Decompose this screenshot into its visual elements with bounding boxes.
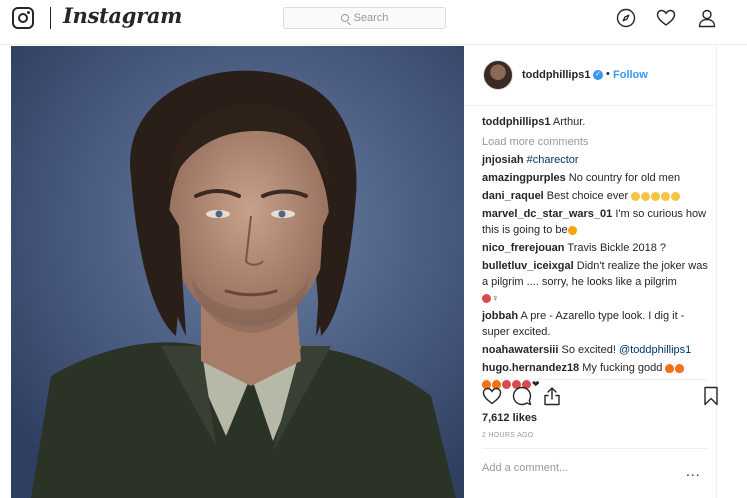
- search-placeholder: Search: [353, 12, 389, 24]
- bookmark-icon[interactable]: [701, 386, 721, 406]
- post-actions: [482, 386, 718, 408]
- load-more-comments-button[interactable]: Load more comments: [482, 134, 708, 150]
- comment-username[interactable]: dani_raquel: [482, 190, 544, 202]
- clapping-hands-icon: [661, 191, 671, 201]
- comment-username[interactable]: jobbah: [482, 310, 518, 322]
- comment-username[interactable]: marvel_dc_star_wars_01: [482, 208, 612, 220]
- post-timestamp[interactable]: 2 HOURS AGO: [482, 432, 534, 439]
- comment-text: My fucking godd: [579, 362, 663, 374]
- hashtag-link[interactable]: #charector: [524, 154, 579, 166]
- search-input[interactable]: Search: [283, 7, 446, 29]
- heart-eyes-icon: [567, 225, 577, 235]
- clapping-hands-icon: [671, 191, 681, 201]
- mention-link[interactable]: @toddphillips1: [619, 344, 691, 356]
- compass-icon[interactable]: [616, 8, 636, 28]
- portrait-illustration: [11, 46, 464, 498]
- comment-username[interactable]: bulletluv_iceixgal: [482, 260, 574, 272]
- list-item: jnjosiah #charector: [482, 152, 708, 168]
- comment-username[interactable]: toddphillips1: [482, 116, 550, 128]
- likes-count[interactable]: 7,612 likes: [482, 412, 537, 424]
- nav-divider: [50, 7, 51, 29]
- clapping-hands-icon: [641, 191, 651, 201]
- post-photo[interactable]: [11, 46, 464, 498]
- list-item: marvel_dc_star_wars_01 I'm so curious ho…: [482, 206, 708, 238]
- follow-button[interactable]: Follow: [613, 69, 648, 81]
- share-icon[interactable]: [542, 386, 562, 406]
- more-options-icon[interactable]: ...: [686, 464, 701, 478]
- post-header: toddphillips1 ✓ • Follow: [464, 46, 717, 106]
- comment-text: No country for old men: [565, 172, 681, 184]
- fire-icon: [665, 363, 675, 373]
- list-item: amazingpurples No country for old men: [482, 170, 708, 186]
- emoji-icon: [482, 293, 491, 303]
- list-item: bulletluv_iceixgal Didn't realize the jo…: [482, 258, 708, 306]
- female-sign-icon: ♀: [492, 293, 499, 303]
- verified-badge-icon: ✓: [593, 70, 603, 80]
- user-icon[interactable]: [697, 8, 717, 28]
- list-item: jobbah A pre - Azarello type look. I dig…: [482, 308, 708, 340]
- top-nav: Instagram Search: [0, 0, 747, 38]
- instagram-glyph-icon[interactable]: [12, 7, 34, 29]
- instagram-wordmark[interactable]: Instagram: [63, 3, 182, 28]
- comment-text: Travis Bickle 2018 ?: [564, 242, 667, 254]
- comment-icon[interactable]: [512, 386, 532, 406]
- comment-username[interactable]: amazingpurples: [482, 172, 566, 184]
- author-username[interactable]: toddphillips1: [522, 69, 590, 81]
- post-details-panel: toddphillips1 ✓ • Follow toddphillips1 A…: [464, 46, 718, 498]
- list-item: dani_raquel Best choice ever: [482, 188, 708, 204]
- clapping-hands-icon: [651, 191, 661, 201]
- separator-dot: •: [606, 68, 610, 80]
- comment-username[interactable]: hugo.hernandez18: [482, 362, 579, 374]
- add-comment-input[interactable]: Add a comment...: [482, 462, 568, 474]
- avatar[interactable]: [483, 60, 513, 90]
- comment-text: Best choice ever: [543, 190, 629, 202]
- heart-icon[interactable]: [656, 8, 676, 28]
- caption-text: Arthur.: [550, 116, 586, 128]
- nav-border: [0, 44, 747, 45]
- fire-icon: [675, 363, 685, 373]
- comment-username[interactable]: jnjosiah: [482, 154, 524, 166]
- caption: toddphillips1 Arthur.: [482, 114, 708, 130]
- clapping-hands-icon: [631, 191, 641, 201]
- search-icon: [340, 14, 349, 22]
- actions-divider: [482, 379, 708, 380]
- list-item: nico_frerejouan Travis Bickle 2018 ?: [482, 240, 708, 256]
- comment-username[interactable]: nico_frerejouan: [482, 242, 565, 254]
- like-heart-icon[interactable]: [482, 386, 502, 406]
- comments-list: toddphillips1 Arthur. Load more comments…: [482, 114, 708, 392]
- add-comment-divider: [482, 448, 708, 449]
- list-item: noahawatersiii So excited! @toddphillips…: [482, 342, 708, 358]
- comment-text: So excited!: [558, 344, 619, 356]
- comment-username[interactable]: noahawatersiii: [482, 344, 558, 356]
